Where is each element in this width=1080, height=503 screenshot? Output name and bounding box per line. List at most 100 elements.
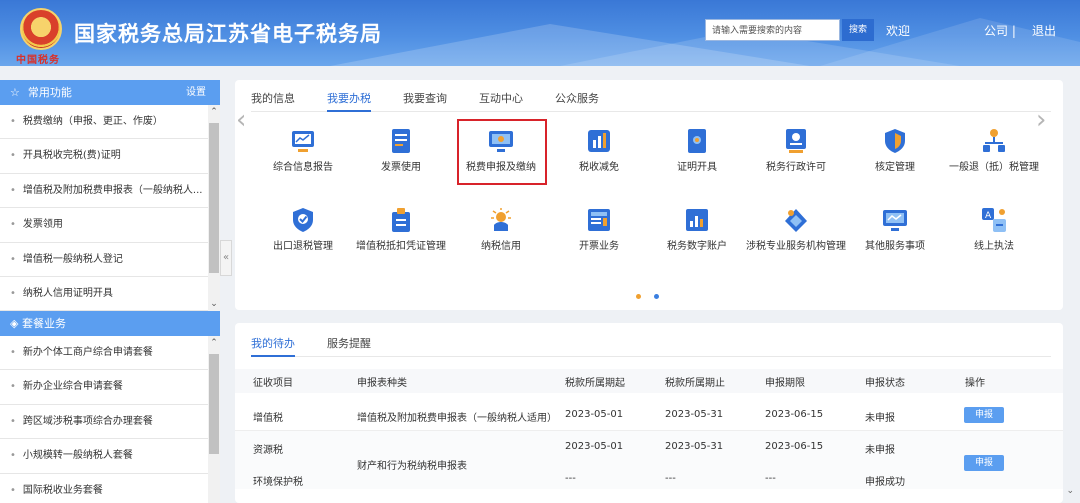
sidebar-item-international[interactable]: • 国际税收业务套餐 <box>0 474 208 503</box>
table-cell: 2023-05-31 <box>665 409 724 420</box>
page-scroll-down-icon[interactable]: ⌄ <box>1066 486 1074 496</box>
service-info-report[interactable]: 综合信息报告 <box>253 128 353 174</box>
settings-link[interactable]: 设置 <box>186 80 206 105</box>
carousel-dot-active[interactable] <box>636 294 641 299</box>
sidebar-item-vat-registration[interactable]: • 增值税一般纳税人登记 <box>0 243 208 277</box>
service-admin-license[interactable]: 税务行政许可 <box>746 128 846 174</box>
service-digital-account[interactable]: 税务数字账户 <box>647 207 747 253</box>
scroll-down-icon[interactable]: ⌄ <box>208 299 220 309</box>
status-text: 未申报 <box>865 445 895 456</box>
service-verify-management[interactable]: 核定管理 <box>845 128 945 174</box>
scrollbar-thumb[interactable] <box>209 123 219 273</box>
service-label: 税务行政许可 <box>766 162 826 173</box>
sidebar-item-label: 新办个体工商户综合申请套餐 <box>22 347 153 358</box>
scrollbar-thumb[interactable] <box>209 354 219 454</box>
sidebar-item-new-individual[interactable]: • 新办个体工商户综合申请套餐 <box>0 336 208 371</box>
sidebar-scrollbar[interactable]: ⌃ ⌄ <box>208 105 220 311</box>
service-export-refund[interactable]: 出口退税管理 <box>253 207 353 253</box>
service-label: 纳税信用 <box>481 241 521 252</box>
todo-card: 我的待办 服务提醒 征收项目 申报表种类 税款所属期起 税款所属期止 申报期限 … <box>235 323 1063 503</box>
bullet-icon: • <box>10 116 16 127</box>
tab-my-info[interactable]: 我的信息 <box>251 90 295 112</box>
professional-service-icon <box>783 207 809 233</box>
bullet-icon: • <box>10 219 16 231</box>
refund-network-icon <box>981 128 1007 154</box>
service-vat-deduction[interactable]: 增值税抵扣凭证管理 <box>351 207 451 253</box>
column-header: 征收项目 <box>253 378 293 389</box>
scroll-up-icon[interactable]: ⌃ <box>208 107 220 117</box>
bullet-icon: • <box>10 253 16 265</box>
sidebar: ☆ 常用功能 设置 • 税费缴纳（申报、更正、作废） • 开具税收完税(费)证明 • 增… <box>0 80 220 503</box>
bullet-icon: • <box>10 450 16 462</box>
tax-relief-chart-icon <box>586 128 612 154</box>
tab-public-service[interactable]: 公众服务 <box>555 90 599 112</box>
service-label: 证明开具 <box>677 162 717 173</box>
table-cell: 财产和行为税纳税申报表 <box>357 461 467 472</box>
service-tax-relief[interactable]: 税收减免 <box>549 128 649 174</box>
tab-query[interactable]: 我要查询 <box>403 90 447 112</box>
carousel-dot[interactable] <box>654 294 659 299</box>
other-services-icon <box>882 207 908 233</box>
sidebar-item-small-to-general[interactable]: • 小规模转一般纳税人套餐 <box>0 439 208 474</box>
services-card: 我的信息 我要办税 我要查询 互动中心 公众服务 <box>235 80 1063 310</box>
sidebar-item-label: 新办企业综合申请套餐 <box>22 381 123 393</box>
carousel-indicator <box>636 284 672 303</box>
tab-interaction[interactable]: 互动中心 <box>479 90 523 112</box>
bullet-icon: • <box>10 347 16 358</box>
service-online-enforcement[interactable]: A 线上执法 <box>944 207 1044 253</box>
sidebar-item-vat-declaration[interactable]: • 增值税及附加税费申报表（一般纳税人... <box>0 174 208 209</box>
svg-text:A: A <box>985 211 992 221</box>
status-text: 未申报 <box>865 413 895 424</box>
service-certificate[interactable]: 证明开具 <box>647 128 747 174</box>
sidebar-item-credit-certificate[interactable]: • 纳税人信用证明开具 <box>0 277 208 311</box>
sidebar-item-invoice-receive[interactable]: • 发票领用 <box>0 208 208 243</box>
service-tax-credit[interactable]: 纳税信用 <box>451 207 551 253</box>
administrative-license-icon <box>783 128 809 154</box>
sidebar-item-label: 税费缴纳（申报、更正、作废） <box>22 116 163 127</box>
report-chart-icon <box>290 128 316 154</box>
table-cell: 增值税 <box>253 413 283 424</box>
declare-button[interactable]: 申报 <box>964 455 1004 471</box>
sidebar-item-tax-payment[interactable]: • 税费缴纳（申报、更正、作废） <box>0 105 208 140</box>
table-cell: 2023-06-15 <box>765 441 824 452</box>
todo-table-header: 征收项目 申报表种类 税款所属期起 税款所属期止 申报期限 申报状态 操作 <box>235 369 1063 393</box>
tab-service-reminder[interactable]: 服务提醒 <box>327 335 371 357</box>
sidebar-item-new-enterprise[interactable]: • 新办企业综合申请套餐 <box>0 370 208 405</box>
table-cell: 增值税及附加税费申报表（一般纳税人适用） <box>357 413 557 424</box>
welcome-text: 欢迎 <box>886 24 911 38</box>
table-cell: 2023-05-01 <box>565 441 624 452</box>
status-text: 申报成功 <box>865 477 905 488</box>
service-professional-agency[interactable]: 涉税专业服务机构管理 <box>746 207 846 253</box>
carousel-prev-icon[interactable]: ‹ <box>236 105 246 135</box>
sidebar-item-tax-certificate[interactable]: • 开具税收完税(费)证明 <box>0 139 208 174</box>
declare-button[interactable]: 申报 <box>964 407 1004 423</box>
search-button[interactable]: 搜索 <box>842 19 874 41</box>
service-general-refund[interactable]: 一般退（抵）税管理 <box>944 128 1044 174</box>
service-invoice-use[interactable]: 发票使用 <box>351 128 451 174</box>
service-label: 涉税专业服务机构管理 <box>746 241 846 252</box>
column-header: 申报期限 <box>765 378 805 389</box>
sidebar-item-label: 发票领用 <box>22 219 63 231</box>
service-label: 税收减免 <box>579 162 619 173</box>
sidebar-collapse-button[interactable]: « <box>220 240 232 276</box>
table-cell: 2023-06-15 <box>765 409 824 420</box>
sidebar-item-label: 增值税及附加税费申报表（一般纳税人... <box>22 184 203 196</box>
common-functions-title: 常用功能 <box>27 86 72 99</box>
sidebar-scrollbar[interactable]: ⌃ <box>208 336 220 503</box>
tab-tax-handling[interactable]: 我要办税 <box>327 90 371 112</box>
logout-link[interactable]: 退出 <box>1032 22 1056 39</box>
tab-my-todo[interactable]: 我的待办 <box>251 335 295 357</box>
bullet-icon: • <box>10 184 16 196</box>
service-label: 核定管理 <box>875 162 915 173</box>
sidebar-item-cross-region[interactable]: • 跨区域涉税事项综合办理套餐 <box>0 405 208 440</box>
bullet-icon: • <box>10 484 16 496</box>
service-label: 线上执法 <box>974 241 1014 252</box>
vat-deduction-icon <box>388 207 414 233</box>
search-input[interactable]: 请输入需要搜索的内容 <box>705 19 840 41</box>
scroll-up-icon[interactable]: ⌃ <box>208 338 220 348</box>
service-label: 一般退（抵）税管理 <box>949 162 1039 173</box>
service-invoicing[interactable]: 开票业务 <box>549 207 649 253</box>
service-other[interactable]: 其他服务事项 <box>845 207 945 253</box>
company-name[interactable]: 公司 | <box>984 22 1016 39</box>
table-cell: --- <box>565 473 576 484</box>
